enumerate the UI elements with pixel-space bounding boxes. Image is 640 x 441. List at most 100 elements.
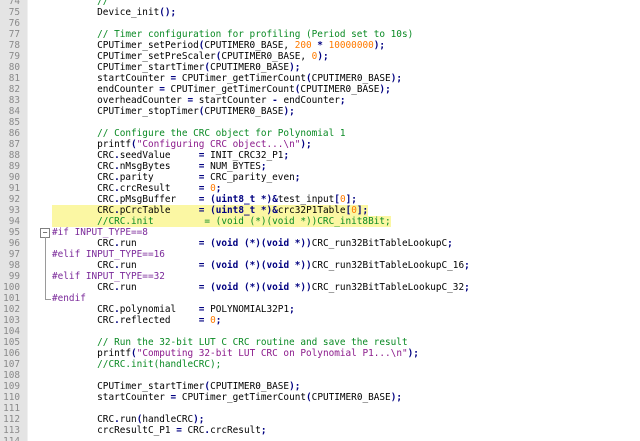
code-token: ]; [345, 194, 357, 205]
code-line[interactable]: 88 CRC.seedValue = INIT_CRC32_P1; [0, 150, 640, 161]
code-line[interactable]: 102 CRC.polynomial = POLYNOMIAL32P1; [0, 304, 640, 315]
code-line[interactable]: 95 #if INPUT_TYPE==8 [0, 227, 640, 238]
code-text: // [52, 0, 108, 7]
code-token: #elif INPUT_TYPE==16 [52, 249, 165, 260]
code-token: CPUTIMER0_BASE [311, 392, 391, 403]
line-number: 101 [3, 293, 20, 304]
code-token: pCrcTable [119, 205, 199, 216]
code-token: ; [294, 172, 301, 183]
code-line[interactable]: 99 #elif INPUT_TYPE==32 [0, 271, 640, 282]
code-token: test_input [277, 194, 335, 205]
code-text: CRC.seedValue = INIT_CRC32_P1; [52, 150, 289, 161]
line-number: 97 [8, 249, 20, 260]
code-line[interactable]: 85 [0, 117, 640, 128]
code-line[interactable]: 89 CRC.nMsgBytes = NUM_BYTES; [0, 161, 640, 172]
code-token: CRC_run32BitTableLookupC [311, 238, 448, 249]
code-line[interactable]: 77 // Timer configuration for profiling … [0, 29, 640, 40]
code-editor[interactable]: − 74 //75 Device_init(); 76 77 // Timer co… [0, 0, 640, 441]
code-text: CPUTimer_startTimer(CPUTIMER0_BASE); [52, 381, 300, 392]
code-token: CRC [52, 205, 115, 216]
code-line[interactable]: 100 CRC.run = (void (*)(void *))CRC_run3… [0, 282, 640, 293]
code-line[interactable]: 81 startCounter = CPUTimer_getTimerCount… [0, 73, 640, 84]
code-token: CRC [52, 315, 115, 326]
code-text: CRC.run = (void (*)(void *))CRC_run32Bit… [52, 238, 453, 249]
code-line[interactable]: 101 #endif [0, 293, 640, 304]
code-token: ; [215, 315, 222, 326]
code-token: endCounter [52, 84, 160, 95]
code-token: CRC [181, 425, 205, 436]
code-token: Device_init [52, 7, 160, 18]
code-line[interactable]: 94 //CRC.init = (void (*)(void *))CRC_in… [0, 216, 640, 227]
code-line[interactable]: 108 [0, 370, 640, 381]
code-token: "Computing 32-bit LUT CRC on Polynomial … [136, 348, 408, 359]
code-token: CRC [52, 161, 115, 172]
code-line[interactable]: 113 crcResultC_P1 = CRC.crcResult; [0, 425, 640, 436]
code-line[interactable]: 76 [0, 18, 640, 29]
code-line[interactable]: 103 CRC.reflected = 0; [0, 315, 640, 326]
code-token: (); [159, 7, 177, 18]
code-text: CRC.parity = CRC_parity_even; [52, 172, 300, 183]
line-number: 104 [3, 326, 20, 337]
code-token: #endif [52, 293, 86, 304]
code-text: printf("Computing 32-bit LUT CRC on Poly… [52, 348, 419, 359]
code-token: CRC [52, 172, 115, 183]
code-token: //CRC.init = (void (*)(void *))CRC_init8… [52, 216, 391, 227]
code-token: CRC_parity_even [204, 172, 295, 183]
code-token: CPUTIMER0_BASE [300, 84, 380, 95]
code-line[interactable]: 92 CRC.pMsgBuffer = (uint8_t *)&test_inp… [0, 194, 640, 205]
code-line[interactable]: 97 #elif INPUT_TYPE==16 [0, 249, 640, 260]
code-token: CPUTIMER0_BASE [210, 62, 290, 73]
code-text: CPUTimer_stopTimer(CPUTIMER0_BASE); [52, 106, 295, 117]
line-number: 82 [8, 84, 20, 95]
code-token: crc32P1Table [277, 205, 346, 216]
code-line[interactable]: 83 overheadCounter = startCounter - endC… [0, 95, 640, 106]
code-line[interactable]: 104 [0, 326, 640, 337]
code-token: ); [289, 381, 301, 392]
code-token: ; [464, 282, 470, 293]
code-token: ; [283, 150, 290, 161]
code-line[interactable]: 90 CRC.parity = CRC_parity_even; [0, 172, 640, 183]
code-token: // Timer configuration for profiling (Pe… [52, 29, 414, 40]
code-line[interactable]: 107 //CRC.init(handleCRC); [0, 359, 640, 370]
code-line[interactable]: 87 printf("Configuring CRC object...\n")… [0, 139, 640, 150]
code-token: ; [339, 95, 346, 106]
code-line[interactable]: 82 endCounter = CPUTimer_getTimerCount(C… [0, 84, 640, 95]
code-line[interactable]: 105 // Run the 32-bit LUT C CRC routine … [0, 337, 640, 348]
code-token: ; [260, 425, 267, 436]
code-token: CPUTimer_getTimerCount [176, 392, 307, 403]
code-line[interactable]: 84 CPUTimer_stopTimer(CPUTIMER0_BASE); [0, 106, 640, 117]
code-token: CRC [52, 183, 115, 194]
code-line[interactable]: 86 // Configure the CRC object for Polyn… [0, 128, 640, 139]
code-token: "Configuring CRC object...\n" [136, 139, 301, 150]
code-line[interactable]: 78 CPUTimer_setPeriod(CPUTIMER0_BASE, 20… [0, 40, 640, 51]
code-text: CRC.run(handleCRC); [52, 414, 204, 425]
code-token: ); [289, 62, 301, 73]
code-line[interactable]: 114 [0, 436, 640, 441]
line-number: 74 [8, 0, 20, 7]
code-line[interactable]: 106 printf("Computing 32-bit LUT CRC on … [0, 348, 640, 359]
code-text: printf("Configuring CRC object...\n"); [52, 139, 312, 150]
code-line[interactable]: 79 CPUTimer_setPreScaler(CPUTIMER0_BASE,… [0, 51, 640, 62]
line-number: 109 [3, 381, 20, 392]
code-line[interactable]: 91 CRC.crcResult = 0; [0, 183, 640, 194]
code-token: ; [289, 304, 295, 315]
code-token: // Run the 32-bit LUT C CRC routine and … [52, 337, 408, 348]
code-line[interactable]: 110 startCounter = CPUTimer_getTimerCoun… [0, 392, 640, 403]
line-number: 99 [8, 271, 20, 282]
code-line[interactable]: 112 CRC.run(handleCRC); [0, 414, 640, 425]
line-number: 106 [3, 348, 20, 359]
line-number: 87 [8, 139, 20, 150]
line-number: 83 [8, 95, 20, 106]
code-line[interactable]: 75 Device_init(); [0, 7, 640, 18]
code-token: (void (*)(void *)) [210, 260, 312, 271]
code-line[interactable]: 93 CRC.pCrcTable = (uint8_t *)&crc32P1Ta… [0, 205, 640, 216]
code-line[interactable]: 109 CPUTimer_startTimer(CPUTIMER0_BASE); [0, 381, 640, 392]
code-token: handleCRC [142, 414, 194, 425]
code-line[interactable]: 74 // [0, 0, 640, 7]
code-line[interactable]: 98 CRC.run = (void (*)(void *))CRC_run32… [0, 260, 640, 271]
code-line[interactable]: 80 CPUTimer_startTimer(CPUTIMER0_BASE); [0, 62, 640, 73]
code-token: polynomial [119, 304, 199, 315]
code-token: CPUTimer_getTimerCount [176, 73, 307, 84]
code-line[interactable]: 96 CRC.run = (void (*)(void *))CRC_run32… [0, 238, 640, 249]
code-line[interactable]: 111 [0, 403, 640, 414]
